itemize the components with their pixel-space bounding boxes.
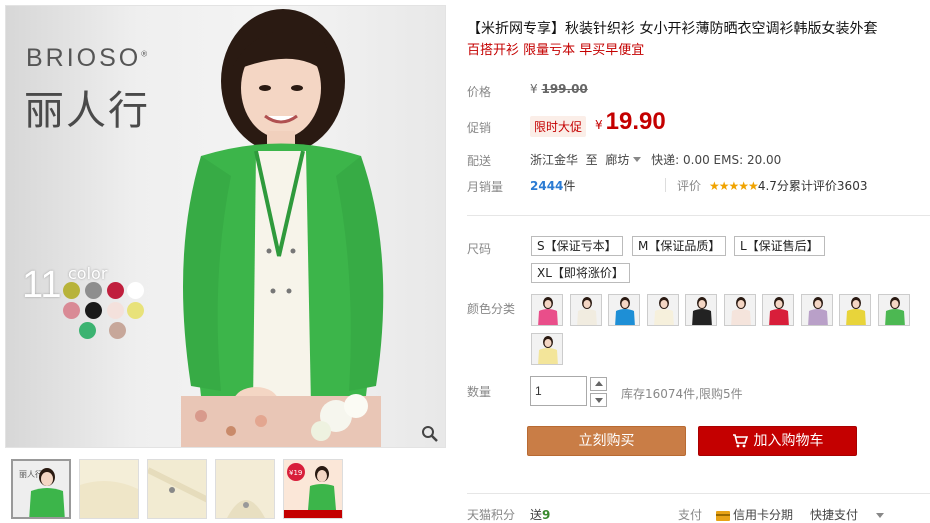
color-dot (85, 302, 102, 319)
card-installment[interactable]: 信用卡分期 (716, 506, 793, 523)
current-price: ¥19.90 (595, 108, 666, 135)
points-label: 天猫积分 (467, 508, 516, 522)
ship-destination-select[interactable]: 廊坊 (605, 153, 647, 167)
size-option-l[interactable]: L【保证售后】 (734, 236, 825, 256)
chevron-down-icon (876, 513, 885, 518)
product-page: BRIOSO® 丽人行 11 color 丽人行 ¥19 【米折网专享】秋装针织… (0, 0, 930, 523)
size-option-xl[interactable]: XL【即将涨价】 (531, 263, 630, 283)
original-price: ¥ 199.00 (530, 82, 588, 96)
color-swatch[interactable] (877, 294, 910, 326)
color-dot (109, 322, 126, 339)
color-swatch[interactable] (569, 294, 602, 326)
divider (665, 178, 666, 192)
thumbnail-1[interactable]: 丽人行 (11, 459, 71, 519)
color-swatch[interactable] (723, 294, 756, 326)
quantity-input[interactable] (530, 376, 587, 406)
thumbnail-4[interactable] (215, 459, 275, 519)
color-dot (127, 282, 144, 299)
color-swatch[interactable] (839, 294, 871, 326)
color-dot (63, 302, 80, 319)
add-to-cart-button[interactable]: 加入购物车 (698, 426, 857, 456)
shipping-info: 浙江金华 至 廊坊 快递: 0.00 EMS: 20.00 (530, 153, 782, 167)
buy-now-button[interactable]: 立刻购买 (527, 426, 686, 456)
shipping-fees: 快递: 0.00 EMS: 20.00 (651, 153, 782, 167)
color-count-label: 11 color (22, 264, 108, 306)
chevron-down-icon (633, 157, 642, 162)
ship-from: 浙江金华 (530, 153, 579, 167)
quantity-decrease-button[interactable] (590, 393, 607, 407)
brand-logo: BRIOSO® (26, 44, 148, 72)
size-label: 尺码 (467, 242, 492, 256)
promo-badge: 限时大促 (530, 116, 587, 137)
color-dot (85, 282, 102, 299)
stock-info: 库存16074件,限购5件 (621, 387, 743, 401)
thumbnail-2[interactable] (79, 459, 139, 519)
color-swatch[interactable] (531, 294, 563, 326)
color-label: 颜色分类 (467, 302, 516, 316)
monthly-sales: 2444件 (530, 179, 576, 193)
color-dot (107, 282, 124, 299)
thumbnail-strip: 丽人行 ¥19 (5, 452, 446, 522)
rating-summary[interactable]: 评价 ★★★★★4.7分累计评价3603 (677, 177, 867, 194)
color-swatch[interactable] (646, 294, 679, 326)
color-swatch[interactable] (608, 294, 640, 326)
brand-chinese-name: 丽人行 (24, 88, 150, 134)
color-swatch[interactable] (800, 294, 833, 326)
color-swatch[interactable] (685, 294, 717, 326)
divider (467, 215, 930, 216)
model-photo (181, 9, 384, 447)
thumbnail-3[interactable] (147, 459, 207, 519)
cart-icon (732, 434, 748, 448)
star-rating-icon: ★★★★★ (709, 179, 759, 193)
product-title: 【米折网专享】秋装针织衫 女小开衫薄防晒衣空调衫韩版女装外套 (467, 21, 878, 37)
quick-pay[interactable]: 快捷支付 (810, 506, 885, 523)
size-option-m[interactable]: M【保证品质】 (632, 236, 727, 256)
credit-card-icon (716, 510, 730, 521)
payment-label: 支付 (678, 508, 703, 522)
product-subtitle: 百搭开衫 限量亏本 早买早便宜 (467, 43, 645, 58)
shipping-label: 配送 (467, 154, 492, 168)
color-dot (63, 282, 80, 299)
main-product-image[interactable]: BRIOSO® 丽人行 11 color (5, 5, 446, 448)
color-dot (127, 302, 144, 319)
magnifier-icon[interactable] (421, 425, 439, 443)
promo-label: 促销 (467, 121, 492, 135)
color-swatch[interactable] (762, 294, 794, 326)
points-value: 送9 (530, 508, 551, 522)
color-swatch[interactable] (531, 333, 563, 365)
color-dot (107, 302, 124, 319)
size-option-s[interactable]: S【保证亏本】 (531, 236, 623, 256)
divider (467, 493, 930, 494)
price-label: 价格 (467, 85, 492, 99)
sales-label: 月销量 (467, 180, 504, 194)
thumbnail-price-badge: ¥19 (289, 469, 302, 477)
quantity-increase-button[interactable] (590, 377, 607, 391)
color-dot (79, 322, 96, 339)
thumbnail-5[interactable]: ¥19 (283, 459, 343, 519)
quantity-label: 数量 (467, 385, 492, 399)
